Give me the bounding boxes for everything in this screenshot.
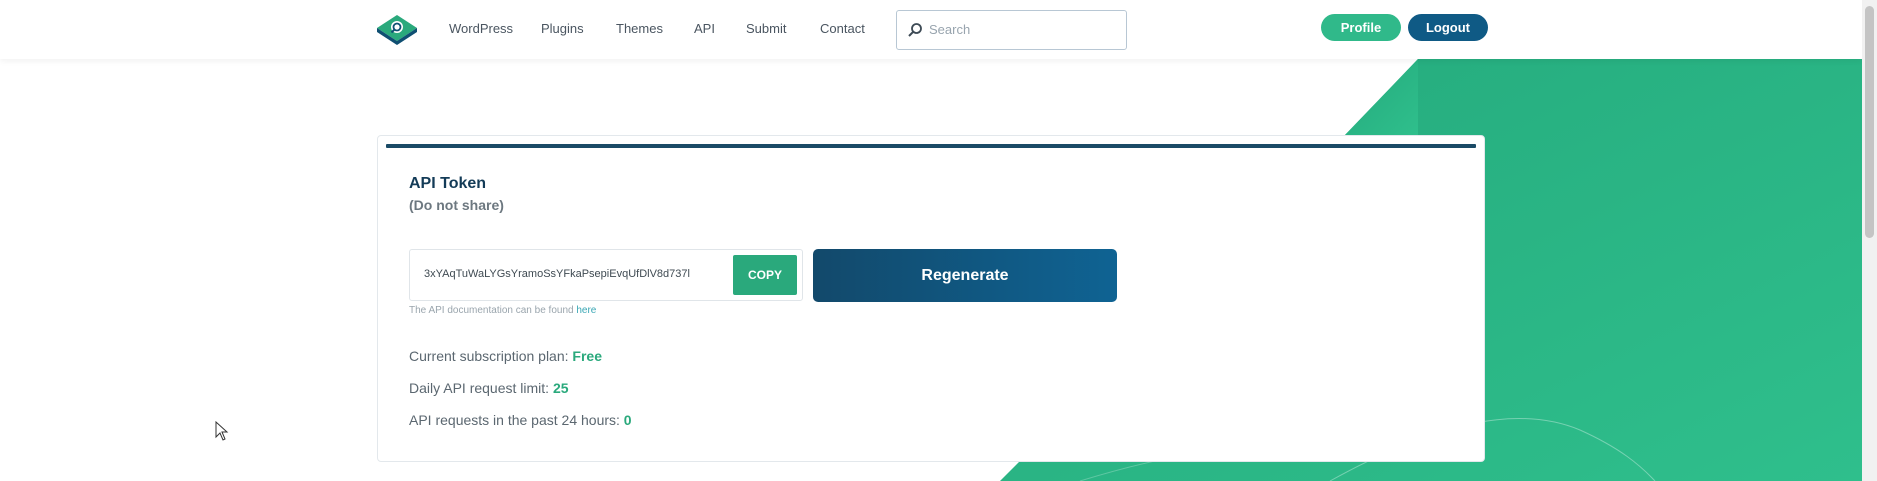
regenerate-button[interactable]: Regenerate [813, 249, 1117, 302]
api-doc-note: The API documentation can be found here [409, 305, 596, 316]
card-title: API Token [409, 175, 487, 192]
doc-note-text: The API documentation can be found [409, 305, 577, 316]
logout-button[interactable]: Logout [1408, 14, 1488, 41]
profile-button[interactable]: Profile [1321, 14, 1401, 41]
copy-button[interactable]: COPY [733, 255, 797, 295]
stat-value: Free [572, 348, 602, 364]
nav-contact[interactable]: Contact [820, 21, 865, 36]
nav-plugins[interactable]: Plugins [541, 21, 584, 36]
scrollbar-thumb[interactable] [1865, 6, 1874, 238]
nav-wordpress[interactable]: WordPress [449, 21, 513, 36]
site-logo-icon[interactable] [376, 14, 418, 46]
search-box[interactable] [896, 10, 1127, 50]
card-subtitle: (Do not share) [409, 197, 504, 213]
stat-label: API requests in the past 24 hours: [409, 412, 624, 428]
mouse-cursor-icon [215, 421, 229, 441]
stat-daily-limit: Daily API request limit: 25 [409, 380, 569, 396]
stat-label: Daily API request limit: [409, 380, 553, 396]
stat-value: 25 [552, 380, 569, 396]
api-token-field[interactable]: 3xYAqTuWaLYGsYramoSsYFkaPsepiEvqUfDlV8d7… [424, 268, 724, 280]
nav-themes[interactable]: Themes [616, 21, 663, 36]
top-header: WordPress Plugins Themes API Submit Cont… [0, 0, 1862, 59]
search-icon [908, 23, 922, 37]
nav-api[interactable]: API [694, 21, 715, 36]
token-field-group: 3xYAqTuWaLYGsYramoSsYFkaPsepiEvqUfDlV8d7… [409, 249, 803, 301]
card-accent-bar [386, 144, 1476, 148]
stat-value: 0 [623, 412, 632, 428]
stat-label: Current subscription plan: [409, 348, 573, 364]
stat-requests-24h: API requests in the past 24 hours: 0 [409, 412, 632, 428]
doc-link[interactable]: here [576, 305, 596, 316]
search-input[interactable] [929, 11, 1119, 48]
stat-subscription-plan: Current subscription plan: Free [409, 348, 602, 364]
api-token-card: API Token (Do not share) 3xYAqTuWaLYGsYr… [377, 135, 1485, 462]
page-scrollbar[interactable] [1862, 0, 1877, 481]
nav-submit[interactable]: Submit [746, 21, 786, 36]
